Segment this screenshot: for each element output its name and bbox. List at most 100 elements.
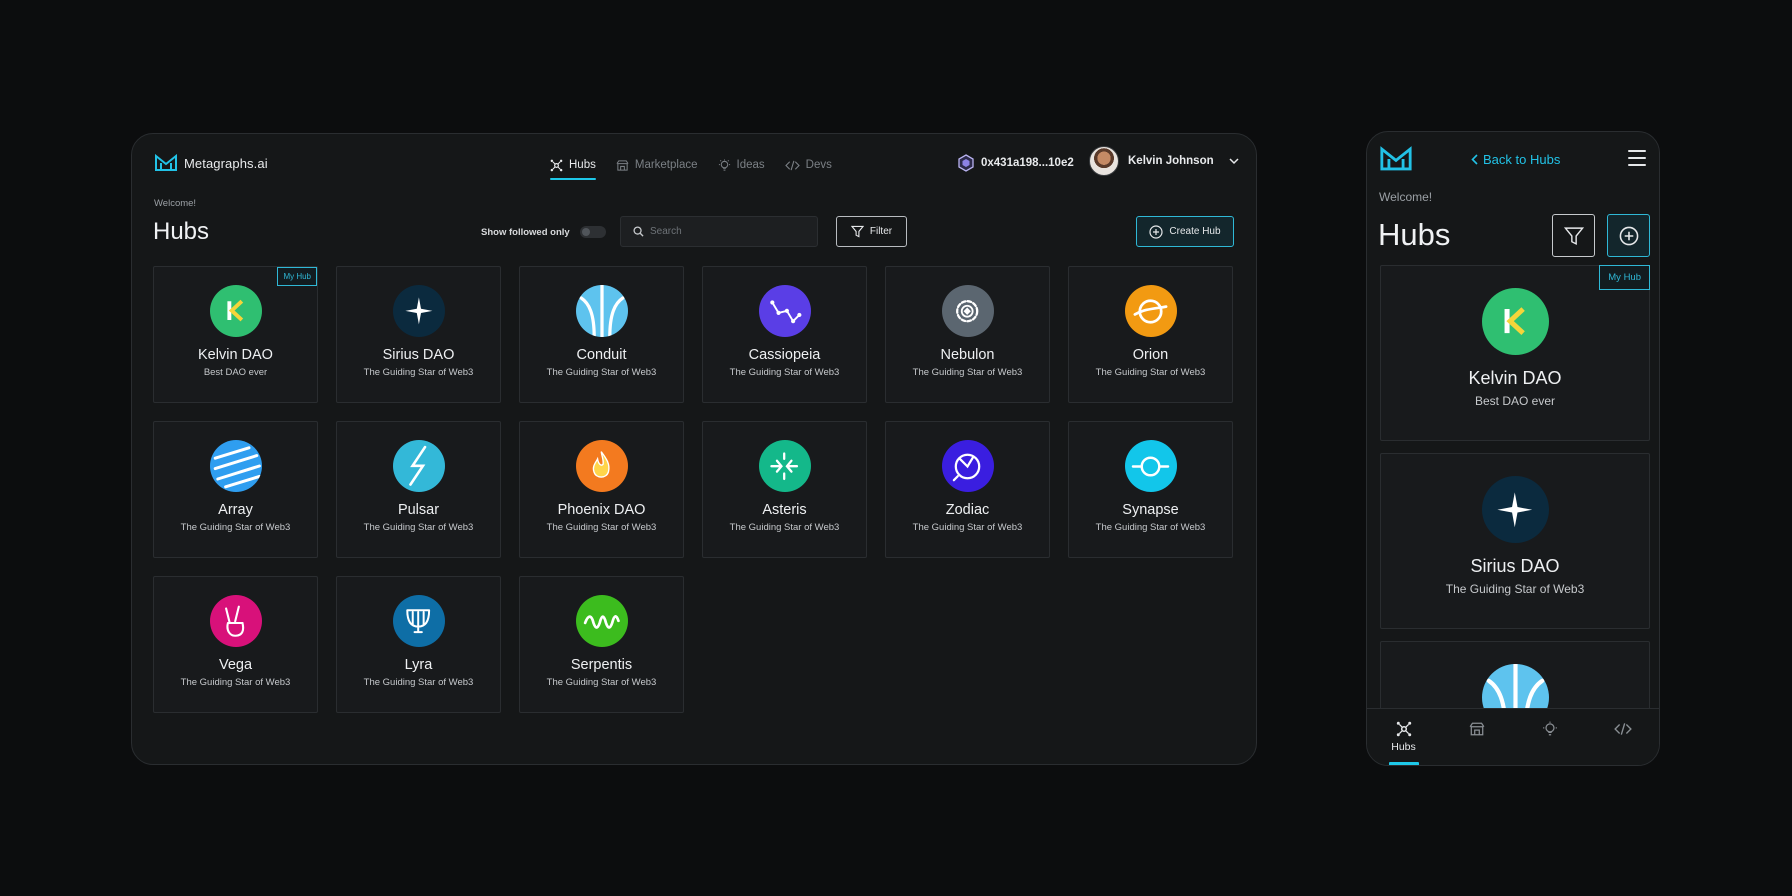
mobile-tab-hubs-label: Hubs (1391, 741, 1416, 753)
desktop-hub-card[interactable]: Zodiac The Guiding Star of Web3 (885, 421, 1050, 558)
wallet-address-text: 0x431a198...10e2 (981, 157, 1074, 169)
brand-logo[interactable]: Metagraphs.ai (154, 154, 268, 172)
back-to-hubs-label: Back to Hubs (1483, 152, 1561, 167)
hub-name: Sirius DAO (1470, 556, 1560, 576)
hub-description: The Guiding Star of Web3 (546, 522, 657, 533)
hubs-icon (1396, 721, 1411, 737)
brand-name: Metagraphs.ai (184, 155, 268, 171)
user-name: Kelvin Johnson (1128, 155, 1214, 167)
plus-circle-icon (1619, 226, 1638, 245)
hub-description: The Guiding Star of Web3 (180, 522, 291, 533)
hub-description: The Guiding Star of Web3 (1445, 582, 1585, 596)
nav-devs[interactable]: Devs (784, 154, 832, 176)
hub-description: The Guiding Star of Web3 (912, 522, 1023, 533)
mobile-hub-card[interactable]: Kelvin DAO Best DAO ever My Hub (1380, 265, 1650, 441)
orbit-icon (1124, 285, 1177, 337)
top-navbar: Metagraphs.ai Hubs Marketplace Ideas Dev… (132, 134, 1256, 190)
mobile-hub-card[interactable]: Sirius DAO The Guiding Star of Web3 (1380, 453, 1650, 629)
create-hub-label: Create Hub (1169, 226, 1221, 237)
store-icon (1469, 722, 1484, 736)
store-icon (616, 159, 629, 171)
hub-name: Conduit (576, 347, 627, 363)
hub-name: Pulsar (397, 502, 440, 518)
hub-name: Kelvin DAO (198, 347, 273, 363)
hub-description: The Guiding Star of Web3 (180, 677, 291, 688)
desktop-hub-card[interactable]: Sirius DAO The Guiding Star of Web3 (336, 266, 501, 403)
mobile-tab-hubs[interactable]: Hubs (1379, 721, 1429, 765)
mobile-tab-ideas[interactable] (1525, 721, 1575, 765)
conduit-icon (575, 285, 628, 337)
user-menu[interactable]: Kelvin Johnson (1089, 146, 1239, 176)
desktop-hub-card[interactable]: Conduit The Guiding Star of Web3 (519, 266, 684, 403)
desktop-hub-card[interactable]: Kelvin DAO Best DAO ever My Hub (153, 266, 318, 403)
filter-button[interactable]: Filter (836, 216, 907, 247)
hub-name: Asteris (762, 502, 807, 518)
hub-description: The Guiding Star of Web3 (546, 367, 657, 378)
nav-ideas[interactable]: Ideas (718, 154, 765, 176)
kelvin-k-icon (209, 285, 262, 337)
hamburger-menu-icon[interactable] (1628, 150, 1646, 166)
hub-description: Best DAO ever (1474, 394, 1556, 408)
desktop-hub-card[interactable]: Phoenix DAO The Guiding Star of Web3 (519, 421, 684, 558)
hub-description: The Guiding Star of Web3 (363, 522, 474, 533)
desktop-hub-card[interactable]: Orion The Guiding Star of Web3 (1068, 266, 1233, 403)
hub-name: Orion (1132, 347, 1169, 363)
show-followed-label: Show followed only (481, 226, 570, 238)
show-followed-toggle[interactable]: Show followed only (481, 226, 606, 238)
hub-description: The Guiding Star of Web3 (363, 367, 474, 378)
mobile-tab-marketplace[interactable] (1452, 721, 1502, 765)
desktop-hub-card[interactable]: Vega The Guiding Star of Web3 (153, 576, 318, 713)
page-title: Hubs (153, 218, 210, 245)
lightbulb-icon (718, 158, 730, 171)
hub-name: Cassiopeia (748, 347, 821, 363)
hub-name: Sirius DAO (382, 347, 455, 363)
code-icon (784, 160, 800, 170)
bolt-icon (392, 440, 445, 492)
star-icon (392, 285, 445, 337)
hub-description: The Guiding Star of Web3 (912, 367, 1023, 378)
nav-ideas-label: Ideas (736, 159, 765, 171)
mobile-brand-logo[interactable] (1379, 146, 1413, 177)
mobile-tab-devs[interactable] (1598, 721, 1648, 765)
nav-hubs-label: Hubs (569, 159, 596, 171)
desktop-hub-card[interactable]: Array The Guiding Star of Web3 (153, 421, 318, 558)
wallet-address[interactable]: 0x431a198...10e2 (958, 154, 1074, 172)
hub-name: Nebulon (940, 347, 995, 363)
filter-icon (1563, 226, 1584, 245)
code-icon (1613, 723, 1632, 735)
desktop-hub-card[interactable]: Pulsar The Guiding Star of Web3 (336, 421, 501, 558)
desktop-hub-card[interactable]: Lyra The Guiding Star of Web3 (336, 576, 501, 713)
flame-icon (575, 440, 628, 492)
hub-name: Kelvin DAO (1468, 368, 1562, 388)
mobile-welcome-text: Welcome! (1379, 190, 1433, 204)
hub-description: The Guiding Star of Web3 (363, 677, 474, 688)
lightbulb-icon (1542, 721, 1557, 736)
back-to-hubs-link[interactable]: Back to Hubs (1471, 152, 1560, 167)
desktop-hub-card[interactable]: Synapse The Guiding Star of Web3 (1068, 421, 1233, 558)
hub-description: The Guiding Star of Web3 (546, 677, 657, 688)
mobile-filter-button[interactable] (1552, 214, 1595, 257)
desktop-hub-card[interactable]: Asteris The Guiding Star of Web3 (702, 421, 867, 558)
toggle-switch[interactable] (579, 226, 606, 238)
hub-name: Lyra (404, 657, 433, 673)
create-hub-button[interactable]: Create Hub (1136, 216, 1234, 247)
desktop-hub-card[interactable]: Cassiopeia The Guiding Star of Web3 (702, 266, 867, 403)
search-icon (633, 226, 644, 237)
welcome-text: Welcome! (154, 198, 197, 209)
search-input[interactable] (650, 226, 810, 237)
hub-description: The Guiding Star of Web3 (729, 522, 840, 533)
desktop-hub-card[interactable]: Serpentis The Guiding Star of Web3 (519, 576, 684, 713)
search-box[interactable] (620, 216, 818, 247)
nav-marketplace[interactable]: Marketplace (616, 154, 698, 176)
star-icon (1481, 476, 1549, 543)
desktop-hub-card[interactable]: Nebulon The Guiding Star of Web3 (885, 266, 1050, 403)
kelvin-k-icon (1481, 288, 1549, 355)
hub-name: Array (218, 502, 253, 518)
hub-name: Serpentis (570, 657, 633, 673)
metagraphs-logo-icon (1380, 146, 1412, 171)
hubs-icon (550, 159, 563, 171)
hub-description: The Guiding Star of Web3 (1095, 367, 1206, 378)
mobile-create-hub-button[interactable] (1607, 214, 1650, 257)
nav-hubs[interactable]: Hubs (550, 154, 596, 180)
hub-name: Vega (218, 657, 253, 673)
